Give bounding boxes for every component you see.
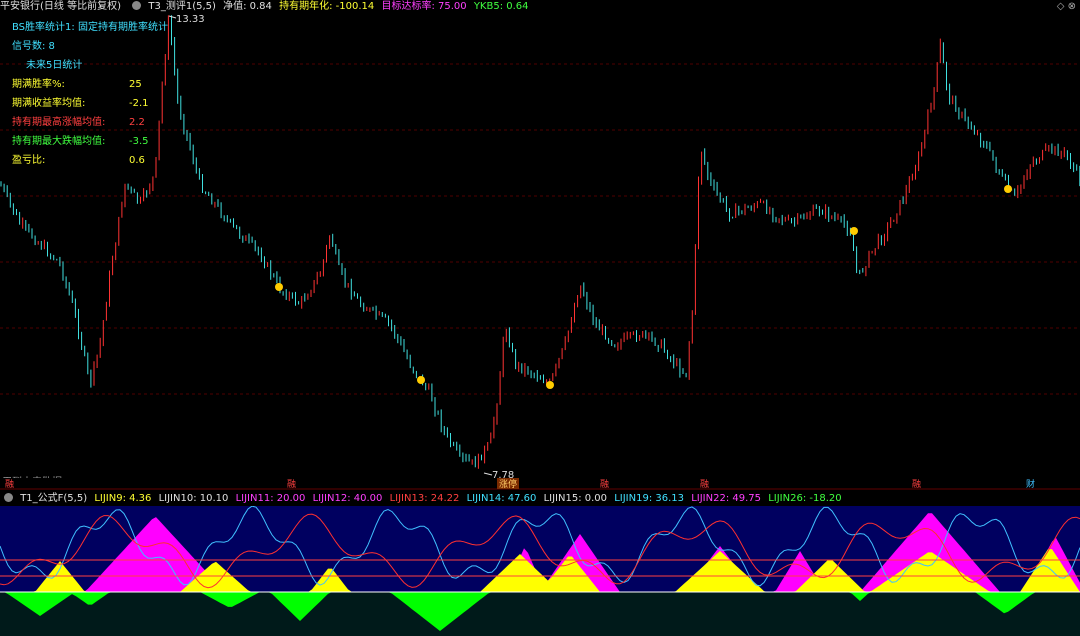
header-item-1: 持有期年化: -100.14 bbox=[279, 1, 375, 12]
sub-indicator-header: T1_公式F(5,5) LIJIN9: 4.36 LIJIN10: 10.10 … bbox=[0, 492, 1080, 506]
signal-dot bbox=[546, 381, 554, 389]
signal-dots bbox=[275, 185, 1012, 389]
header-item-0: 净值: 0.84 bbox=[223, 1, 272, 12]
margin-marker: 融 bbox=[5, 479, 14, 490]
indicator-settings-icon[interactable] bbox=[132, 1, 142, 10]
stats-row: 持有期最高涨幅均值: 2.2 bbox=[12, 113, 152, 132]
margin-marker: 融 bbox=[600, 479, 609, 490]
stats-row-label: 期满胜率%: bbox=[12, 79, 65, 90]
stats-row-label: 期满收益率均值: bbox=[12, 98, 86, 109]
sub-item-1: LIJIN10: 10.10 bbox=[158, 493, 229, 504]
signal-dot bbox=[275, 283, 283, 291]
sub-chart-lower-bg bbox=[0, 592, 1080, 636]
stats-title: BS胜率统计1: 固定持有期胜率统计 bbox=[12, 22, 168, 33]
margin-marker: 融 bbox=[912, 479, 921, 490]
margin-marker: 融 bbox=[287, 479, 296, 490]
win-rate-stats-panel: BS胜率统计1: 固定持有期胜率统计 信号数: 8 未来5日统计 期满胜率%: … bbox=[12, 18, 212, 170]
signal-dot bbox=[417, 376, 425, 384]
signal-dot bbox=[850, 227, 858, 235]
sub-item-3: LIJIN12: 40.00 bbox=[312, 493, 383, 504]
diamond-icon[interactable]: ◇ bbox=[1057, 1, 1065, 12]
sub-item-4: LIJIN13: 24.22 bbox=[389, 493, 460, 504]
sub-item-9: LIJIN26: -18.20 bbox=[768, 493, 842, 504]
stats-row-label: 持有期最高涨幅均值: bbox=[12, 117, 106, 128]
finance-marker[interactable]: 财 bbox=[1026, 478, 1035, 490]
header-item-2: 目标达标率: 75.00 bbox=[381, 1, 467, 12]
sub-item-7: LIJIN19: 36.13 bbox=[614, 493, 685, 504]
sub-item-0: LIJIN9: 4.36 bbox=[94, 493, 152, 504]
sub-indicator-chart[interactable] bbox=[0, 506, 1080, 636]
chart-header-bar: 平安银行(日线 等比前复权) T3_测评1(5,5) 净值: 0.84 持有期年… bbox=[0, 0, 1080, 14]
signal-dot bbox=[1004, 185, 1012, 193]
limit-up-marker[interactable]: 涨停 bbox=[499, 478, 517, 490]
stats-row: 持有期最大跌幅均值: -3.5 bbox=[12, 132, 152, 151]
window-controls: ◇ ⊗ bbox=[1057, 1, 1076, 12]
stats-row: 盈亏比: 0.6 bbox=[12, 151, 152, 170]
stats-row-label: 盈亏比: bbox=[12, 155, 46, 166]
indicator-name[interactable]: T3_测评1(5,5) bbox=[148, 1, 216, 12]
stats-row-label: 持有期最大跌幅均值: bbox=[12, 136, 106, 147]
stats-row-value: 0.6 bbox=[129, 155, 145, 166]
sub-indicator-name[interactable]: T1_公式F(5,5) bbox=[20, 493, 87, 504]
sub-item-2: LIJIN11: 20.00 bbox=[235, 493, 306, 504]
stats-row-value: -2.1 bbox=[129, 98, 149, 109]
sub-item-8: LIJIN22: 49.75 bbox=[691, 493, 762, 504]
stats-row-value: 25 bbox=[129, 79, 142, 90]
low-price-arrow bbox=[483, 472, 493, 476]
event-marker-strip: 涨停 财 融 融 融 融 融 bbox=[0, 478, 1080, 490]
stats-signal-count: 信号数: 8 bbox=[12, 41, 55, 52]
close-circle-icon[interactable]: ⊗ bbox=[1068, 1, 1076, 12]
stats-row-value: -3.5 bbox=[129, 136, 149, 147]
margin-marker: 融 bbox=[700, 479, 709, 490]
sub-item-5: LIJIN14: 47.60 bbox=[466, 493, 537, 504]
sub-indicator-settings-icon[interactable] bbox=[4, 493, 13, 502]
stock-title[interactable]: 平安银行(日线 等比前复权) bbox=[0, 1, 121, 12]
header-item-3: YKB5: 0.64 bbox=[473, 1, 529, 12]
stats-future-label: 未来5日统计 bbox=[26, 60, 83, 71]
stats-row: 期满收益率均值: -2.1 bbox=[12, 94, 152, 113]
stats-row: 期满胜率%: 25 bbox=[12, 75, 152, 94]
sub-item-6: LIJIN15: 0.00 bbox=[543, 493, 608, 504]
margin-markers: 融融融融融 bbox=[5, 479, 921, 490]
stats-row-value: 2.2 bbox=[129, 117, 145, 128]
